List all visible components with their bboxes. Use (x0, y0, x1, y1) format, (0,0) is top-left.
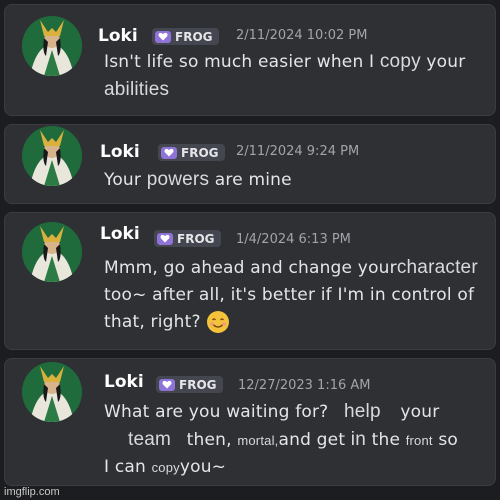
timestamp: 2/11/2024 10:02 PM (236, 28, 368, 43)
avatar[interactable] (22, 126, 82, 186)
role-badge[interactable]: FROG (158, 144, 225, 161)
inserted-word: copy (151, 460, 180, 475)
heart-icon (155, 30, 171, 43)
inserted-word: abilities (104, 79, 170, 100)
message-text: What are you waiting for? help your team… (104, 398, 492, 481)
message-card: Loki FROG 2/11/2024 9:24 PM Your powers … (4, 124, 496, 204)
role-badge[interactable]: FROG (152, 28, 219, 45)
inserted-word: copy (379, 51, 421, 72)
message-fragment: you~ (179, 457, 227, 477)
role-badge[interactable]: FROG (156, 376, 223, 393)
inserted-word: team (128, 429, 172, 450)
username[interactable]: Loki (100, 224, 140, 244)
message-fragment: your (426, 52, 466, 72)
loki-avatar-icon (22, 126, 82, 186)
timestamp: 1/4/2024 6:13 PM (236, 232, 351, 247)
message-fragment: are mine (214, 170, 292, 190)
role-badge[interactable]: FROG (154, 230, 221, 247)
message-fragment: so (438, 430, 459, 450)
heart-icon (159, 378, 175, 391)
inserted-word: character (396, 257, 478, 278)
message-text: Isn't life so much easier when I copy yo… (104, 48, 465, 104)
message-fragment: your (400, 402, 440, 422)
username[interactable]: Loki (98, 26, 138, 46)
message-card: Loki FROG 2/11/2024 10:02 PM Isn't life … (4, 4, 496, 116)
smiling-face-icon (207, 311, 230, 333)
inserted-word: in (350, 429, 366, 450)
message-fragment: and get (278, 430, 346, 450)
message-card: Loki FROG 12/27/2023 1:16 AM What are yo… (4, 358, 496, 486)
heart-icon (161, 146, 177, 159)
timestamp: 2/11/2024 9:24 PM (236, 144, 360, 159)
message-card: Loki FROG 1/4/2024 6:13 PM Mmm, go ahead… (4, 212, 496, 350)
badge-label: FROG (181, 145, 219, 160)
inserted-word: help (344, 401, 381, 422)
message-fragment: then, (186, 430, 232, 450)
message-fragment: too~ after all, it's better if I'm in co… (104, 285, 475, 305)
avatar[interactable] (22, 362, 82, 422)
message-fragment: I can (104, 457, 146, 477)
message-text: Your powers are mine (104, 166, 292, 194)
loki-avatar-icon (22, 362, 82, 422)
loki-avatar-icon (22, 16, 82, 76)
avatar[interactable] (22, 16, 82, 76)
loki-avatar-icon (22, 222, 82, 282)
badge-label: FROG (179, 377, 217, 392)
badge-label: FROG (177, 231, 215, 246)
badge-label: FROG (175, 29, 213, 44)
username[interactable]: Loki (100, 142, 140, 162)
message-fragment: Isn't life so much easier when I (104, 52, 375, 72)
watermark: imgflip.com (4, 486, 60, 498)
message-fragment: Mmm, go ahead and change your (104, 258, 397, 278)
username[interactable]: Loki (104, 372, 144, 392)
heart-icon (157, 232, 173, 245)
message-fragment: the (371, 430, 401, 450)
inserted-word: mortal, (237, 433, 279, 448)
inserted-word: front (405, 433, 433, 448)
message-fragment: Your (104, 170, 142, 190)
message-text: Mmm, go ahead and change yourcharacter t… (104, 254, 478, 336)
avatar[interactable] (22, 222, 82, 282)
timestamp: 12/27/2023 1:16 AM (238, 378, 371, 393)
inserted-word: powers (146, 169, 210, 190)
message-fragment: What are you waiting for? (104, 402, 329, 422)
message-fragment: that, right? (104, 312, 201, 332)
